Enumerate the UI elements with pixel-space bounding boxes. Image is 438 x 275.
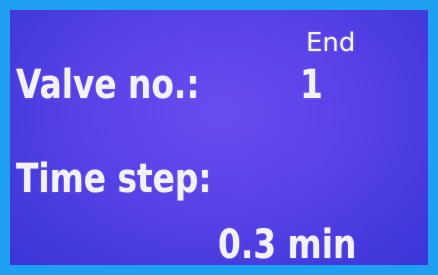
valve-number-value: 1 <box>300 62 323 108</box>
end-softkey-label[interactable]: End <box>306 28 355 58</box>
time-step-value: 0.3 min <box>218 222 357 268</box>
lcd-display: End Valve no.: 1 Time step: 0.3 min <box>0 0 438 275</box>
time-step-label: Time step: <box>16 156 212 202</box>
valve-number-label: Valve no.: <box>16 62 200 108</box>
